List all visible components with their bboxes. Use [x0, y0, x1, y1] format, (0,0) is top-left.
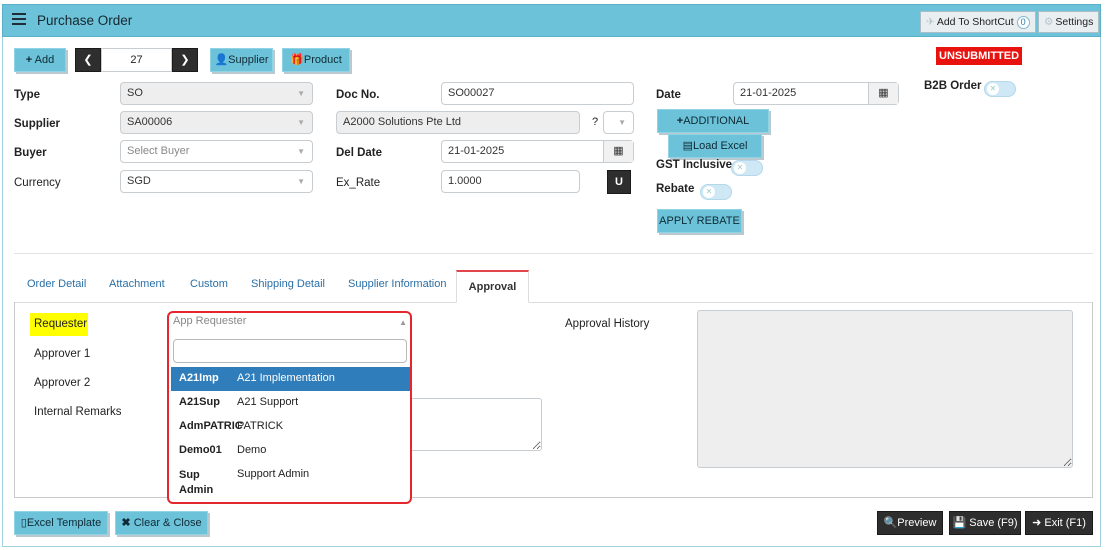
rebate-label: Rebate [656, 183, 695, 195]
previous-record-button[interactable]: ❮ [75, 48, 101, 72]
product-button[interactable]: 🎁Product [282, 48, 350, 72]
requester-label: Requester [34, 318, 88, 330]
chevron-right-icon: ❯ [180, 54, 190, 66]
calendar-icon[interactable]: ▦ [603, 141, 633, 162]
additional-button[interactable]: +ADDITIONAL [657, 109, 769, 133]
supplier-label: Supplier [14, 118, 61, 130]
save-icon: 💾 [952, 517, 967, 529]
list-item[interactable]: A21Imp A21 Implementation [171, 367, 410, 391]
rocket-icon: ✈ [926, 16, 935, 28]
list-item[interactable]: AdmPATRIC PATRICK [171, 415, 410, 439]
supplier-button[interactable]: 👤Supplier [210, 48, 273, 72]
hamburger-menu-icon[interactable] [12, 13, 26, 27]
page-title: Purchase Order [37, 13, 133, 28]
settings-button[interactable]: ⚙ Settings [1038, 11, 1100, 33]
file-excel-icon: ▤ [682, 140, 693, 152]
shortcut-count-badge: 0 [1016, 15, 1030, 29]
help-question-mark[interactable]: ? [592, 116, 598, 128]
requester-dropdown[interactable]: App Requester ▲ A21Imp A21 Implementatio… [167, 311, 412, 504]
close-icon: ✖ [121, 517, 131, 529]
type-select[interactable]: SO ▼ [120, 82, 313, 105]
supplier-name-field: A2000 Solutions Pte Ltd [336, 111, 580, 134]
tab-attachment[interactable]: Attachment [109, 278, 165, 290]
supplier-option-select[interactable]: ▼ [603, 111, 634, 134]
buyer-label: Buyer [14, 147, 47, 159]
caret-up-icon: ▲ [399, 318, 407, 327]
preview-button[interactable]: 🔍Preview [877, 511, 943, 535]
user-icon: 👤 [214, 54, 229, 66]
x-icon: ✕ [703, 186, 715, 198]
buyer-select[interactable]: Select Buyer ▼ [120, 140, 313, 163]
del-date-label: Del Date [336, 147, 383, 159]
tab-approval[interactable]: Approval [456, 270, 529, 303]
approval-history-textarea [697, 310, 1073, 468]
tab-shipping-detail[interactable]: Shipping Detail [251, 278, 325, 290]
clear-close-button[interactable]: ✖ Clear & Close [115, 511, 208, 535]
next-record-button[interactable]: ❯ [172, 48, 198, 72]
tab-custom[interactable]: Custom [190, 278, 228, 290]
caret-down-icon: ▼ [297, 118, 305, 127]
approver1-label: Approver 1 [34, 348, 91, 360]
calendar-icon[interactable]: ▦ [868, 83, 898, 104]
load-excel-button[interactable]: ▤Load Excel [668, 134, 762, 158]
gst-inclusive-toggle[interactable]: ✕ [731, 160, 763, 176]
b2b-order-label: B2B Order [924, 80, 982, 92]
gear-icon: ⚙ [1044, 16, 1054, 28]
date-input[interactable]: 21-01-2025 ▦ [733, 82, 899, 105]
requester-select-header[interactable]: App Requester ▲ [173, 315, 409, 333]
approval-history-label: Approval History [565, 318, 650, 330]
caret-down-icon: ▼ [297, 89, 305, 98]
title-bar: Purchase Order ✈ Add To ShortCut 0 ⚙ Setti… [2, 4, 1101, 37]
list-item[interactable]: A21Sup A21 Support [171, 391, 410, 415]
gst-inclusive-label: GST Inclusive [656, 159, 733, 171]
list-item[interactable]: Demo01 Demo [171, 439, 410, 463]
sign-out-icon: ➜ [1032, 517, 1042, 529]
supplier-select[interactable]: SA00006 ▼ [120, 111, 313, 134]
exit-button[interactable]: ➜ Exit (F1) [1025, 511, 1093, 535]
currency-label: Currency [14, 177, 61, 189]
rebate-toggle[interactable]: ✕ [700, 184, 732, 200]
internal-remarks-label: Internal Remarks [34, 406, 122, 418]
add-button[interactable]: + Add [14, 48, 66, 72]
add-to-shortcut-button[interactable]: ✈ Add To ShortCut 0 [920, 11, 1036, 33]
type-label: Type [14, 89, 40, 101]
update-rate-button[interactable]: U [607, 170, 631, 194]
search-icon: 🔍 [883, 517, 898, 529]
caret-down-icon: ▼ [297, 147, 305, 156]
del-date-input[interactable]: 21-01-2025 ▦ [441, 140, 634, 163]
ex-rate-input[interactable]: 1.0000 [441, 170, 580, 193]
tab-supplier-information[interactable]: Supplier Information [348, 278, 446, 290]
docno-input[interactable]: SO00027 [441, 82, 634, 105]
chevron-left-icon: ❮ [83, 54, 93, 66]
apply-rebate-button[interactable]: APPLY REBATE [657, 209, 742, 233]
record-number-field[interactable]: 27 [101, 48, 172, 72]
currency-select[interactable]: SGD ▼ [120, 170, 313, 193]
status-badge: UNSUBMITTED [936, 47, 1023, 65]
x-icon: ✕ [987, 83, 999, 95]
approver2-label: Approver 2 [34, 377, 91, 389]
list-item[interactable]: Sup Admin Support Admin [171, 463, 410, 497]
plus-icon: + [25, 54, 33, 66]
caret-down-icon: ▼ [618, 118, 626, 127]
caret-down-icon: ▼ [297, 177, 305, 186]
gift-icon: 🎁 [290, 54, 304, 66]
requester-search-input[interactable] [173, 339, 407, 363]
excel-template-button[interactable]: ▯Excel Template [14, 511, 108, 535]
save-button[interactable]: 💾 Save (F9) [949, 511, 1021, 535]
docno-label: Doc No. [336, 89, 380, 101]
ex-rate-label: Ex_Rate [336, 177, 381, 189]
section-divider [14, 253, 1093, 254]
date-label: Date [656, 89, 681, 101]
tab-order-detail[interactable]: Order Detail [27, 278, 86, 290]
x-icon: ✕ [734, 162, 746, 174]
b2b-order-toggle[interactable]: ✕ [984, 81, 1016, 97]
